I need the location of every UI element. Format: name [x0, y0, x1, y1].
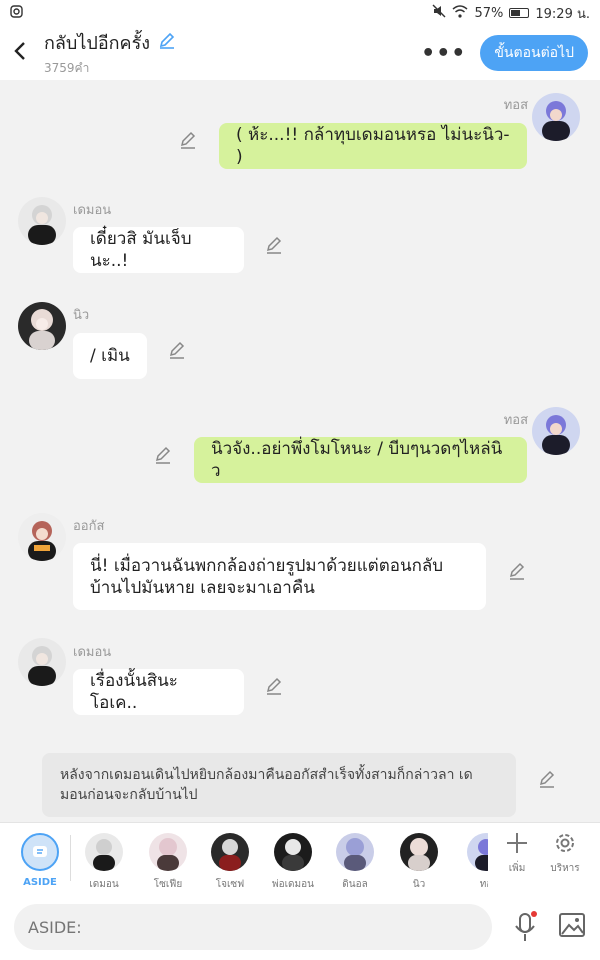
avatar-demon[interactable] [18, 638, 66, 686]
sender-name: เดมอน [73, 645, 112, 660]
avatar [400, 833, 438, 871]
battery-icon [509, 8, 530, 18]
cast-member[interactable]: โจเซฟ [202, 833, 258, 892]
plus-icon [507, 833, 527, 853]
cast-label: พ่อเดมอน [272, 879, 314, 890]
manage-label: บริหาร [550, 863, 580, 874]
edit-message-icon[interactable] [154, 446, 172, 464]
avatar-new[interactable] [18, 302, 66, 350]
cast-member[interactable]: ทอ [458, 833, 488, 892]
sender-name: นิว [73, 308, 90, 323]
message-bubble[interactable]: เรื่องนั้นสินะ โอเค.. [73, 669, 244, 715]
avatar [467, 833, 488, 871]
gear-icon [556, 834, 574, 852]
sender-name: ทอส [503, 413, 528, 428]
more-dots-icon[interactable]: ••• [421, 41, 466, 66]
cast-label: นิว [412, 879, 426, 890]
wifi-icon [452, 4, 468, 22]
manage-cast-button[interactable]: บริหาร [543, 831, 587, 876]
app-header: กลับไปอีกครั้ง 3759คำ ••• ขั้นตอนต่อไป [0, 26, 600, 80]
cast-member[interactable]: พ่อเดมอน [265, 833, 321, 892]
sender-name: ทอส [503, 98, 528, 113]
edit-title-icon[interactable] [158, 31, 176, 54]
message-bubble[interactable]: เดี๋ยวสิ มันเจ็บนะ..! [73, 227, 244, 273]
avatar [336, 833, 374, 871]
cast-label: โจเซฟ [215, 879, 245, 890]
avatar [211, 833, 249, 871]
edit-message-icon[interactable] [265, 236, 283, 254]
cast-member[interactable]: เดมอน [76, 833, 132, 892]
page-title: กลับไปอีกครั้ง [44, 33, 151, 54]
back-arrow-icon[interactable] [0, 38, 40, 68]
image-icon[interactable] [558, 912, 586, 938]
aside-icon [21, 833, 59, 871]
input-bar [0, 892, 600, 960]
next-step-button[interactable]: ขั้นตอนต่อไป [480, 35, 588, 71]
message-input[interactable] [14, 904, 492, 950]
cast-member[interactable]: ดินอล [327, 833, 383, 892]
cast-member[interactable]: นิว [391, 833, 447, 892]
message-bubble[interactable]: นิวจัง..อย่าพึ่งโมโหนะ / บีบๆนวดๆไหล่นิว [194, 437, 527, 483]
cast-aside[interactable]: ASIDE [12, 833, 68, 888]
add-label: เพิ่ม [508, 863, 526, 874]
status-bar: 57% 19:29 น. [0, 0, 600, 26]
word-count: 3759คำ [44, 61, 90, 75]
avatar [85, 833, 123, 871]
instagram-icon [10, 4, 432, 22]
clock: 19:29 น. [535, 6, 590, 22]
cast-bar: ASIDE เดมอน โซเฟีย โจเซฟ พ่อเดมอน ดินอล … [0, 822, 600, 892]
aside-note[interactable]: หลังจากเดมอนเดินไปหยิบกล้องมาคืนออกัสสำเ… [42, 753, 516, 817]
avatar [149, 833, 187, 871]
message-bubble[interactable]: ( ห้ะ...!! กล้าทุบเดมอนหรอ ไม่นะนิว- ) [219, 123, 527, 169]
message-bubble[interactable]: / เมิน [73, 333, 147, 379]
cast-label: ทอ [479, 879, 488, 890]
edit-message-icon[interactable] [508, 562, 526, 580]
avatar-august[interactable] [18, 513, 66, 561]
cast-label: ดินอล [342, 879, 368, 890]
mute-icon [432, 4, 446, 22]
edit-aside-icon[interactable] [538, 770, 556, 788]
cast-label: เดมอน [89, 879, 119, 890]
cast-label: โซเฟีย [153, 879, 183, 890]
sender-name: ออกัส [73, 519, 105, 534]
message-bubble[interactable]: นี่! เมื่อวานฉันพกกล้องถ่ายรูปมาด้วยแต่ต… [73, 543, 486, 610]
divider [70, 835, 71, 881]
edit-message-icon[interactable] [179, 131, 197, 149]
cast-label: ASIDE [23, 877, 57, 888]
microphone-icon[interactable] [512, 910, 538, 944]
cast-member[interactable]: โซเฟีย [140, 833, 196, 892]
avatar-tos[interactable] [532, 407, 580, 455]
battery-percent: 57% [474, 5, 504, 21]
avatar-demon[interactable] [18, 197, 66, 245]
edit-message-icon[interactable] [168, 341, 186, 359]
edit-message-icon[interactable] [265, 677, 283, 695]
sender-name: เดมอน [73, 203, 112, 218]
avatar-tos[interactable] [532, 93, 580, 141]
add-cast-button[interactable]: เพิ่ม [495, 831, 539, 876]
avatar [274, 833, 312, 871]
